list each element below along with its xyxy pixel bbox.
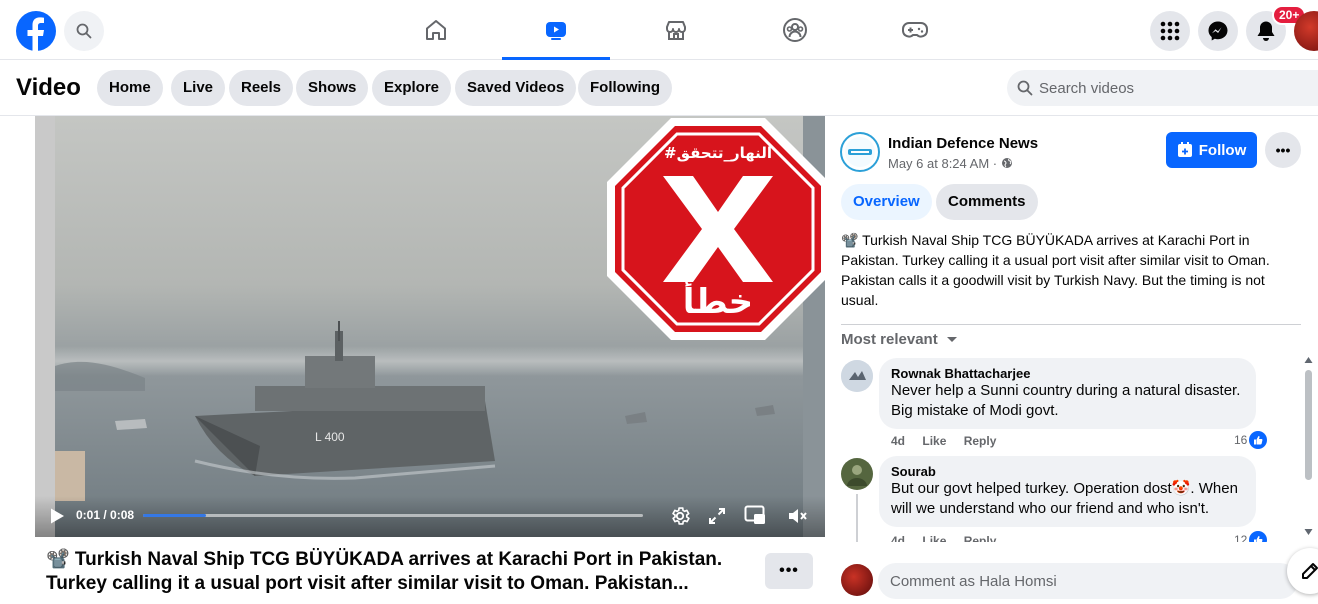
globe-icon bbox=[1001, 158, 1012, 168]
scroll-down-arrow-icon[interactable] bbox=[1304, 528, 1313, 536]
post-title-line-1: 📽️ Turkish Naval Ship TCG BÜYÜKADA arriv… bbox=[46, 549, 723, 570]
comment-reactions[interactable]: 12 bbox=[1234, 531, 1268, 542]
chevron-down-icon bbox=[946, 337, 957, 342]
comment-reactions[interactable]: 16 bbox=[1234, 431, 1268, 449]
follow-button-label: Follow bbox=[1198, 141, 1247, 159]
video-progress-bar[interactable] bbox=[143, 514, 643, 517]
comment-author[interactable]: Sourab bbox=[891, 464, 1244, 479]
post-date-text: May 6 at 8:24 AM · bbox=[888, 156, 998, 171]
gaming-nav-icon[interactable] bbox=[861, 0, 969, 60]
tab-shows[interactable]: Shows bbox=[296, 70, 369, 106]
reply-thread-line bbox=[856, 494, 858, 542]
page-more-options-button[interactable]: ••• bbox=[1265, 132, 1301, 168]
letterbox-left bbox=[35, 116, 55, 537]
facebook-logo-icon[interactable] bbox=[16, 11, 56, 51]
post-description: 📽️ Turkish Naval Ship TCG BÜYÜKADA arriv… bbox=[841, 232, 1270, 308]
commenter-photo bbox=[841, 458, 873, 490]
page-avatar[interactable] bbox=[840, 132, 880, 172]
video-header-bar: Video Home Live Reels Shows Explore Save… bbox=[0, 60, 1318, 116]
video-player[interactable]: L 400 #النهار_تتحقق خطأ 0:01 / 0:08 bbox=[35, 116, 825, 537]
comment-text-part: But our govt helped turkey. Operation do… bbox=[891, 480, 1172, 497]
thumbs-up-icon bbox=[1249, 431, 1268, 449]
comment-input[interactable] bbox=[890, 563, 1270, 599]
messenger-icon[interactable] bbox=[1198, 11, 1238, 51]
my-avatar[interactable] bbox=[841, 564, 873, 596]
marketplace-nav-icon[interactable] bbox=[622, 0, 730, 60]
comment-actions: 4d Like Reply bbox=[891, 434, 1010, 448]
search-icon[interactable] bbox=[64, 11, 104, 51]
page-title: Video bbox=[16, 74, 81, 101]
comment-age: 4d bbox=[891, 434, 906, 448]
comment-bubble: Rownak Bhattacharjee Never help a Sunni … bbox=[879, 358, 1256, 429]
comment-like-button[interactable]: Like bbox=[922, 434, 946, 448]
comment-reply-button[interactable]: Reply bbox=[964, 534, 997, 542]
post-more-options-button[interactable]: ••• bbox=[765, 553, 813, 589]
video-controls: 0:01 / 0:08 bbox=[35, 496, 825, 537]
menu-grid-icon[interactable] bbox=[1150, 11, 1190, 51]
comment-like-button[interactable]: Like bbox=[922, 534, 946, 542]
comments-scrollbar[interactable] bbox=[1303, 356, 1313, 541]
tab-comments[interactable]: Comments bbox=[936, 184, 1038, 220]
tab-explore[interactable]: Explore bbox=[372, 70, 452, 106]
comment-reply-button[interactable]: Reply bbox=[964, 434, 997, 448]
comment-box[interactable] bbox=[878, 563, 1298, 599]
thumbs-up-icon bbox=[1249, 531, 1268, 542]
tab-saved-videos[interactable]: Saved Videos bbox=[455, 70, 577, 106]
top-navigation-bar: 20+ bbox=[0, 0, 1318, 60]
fullscreen-icon[interactable] bbox=[708, 507, 726, 525]
tab-following[interactable]: Following bbox=[578, 70, 672, 106]
clown-emoji: 🤡 bbox=[1171, 480, 1191, 497]
scrollbar-thumb[interactable] bbox=[1305, 370, 1312, 480]
video-progress-fill bbox=[143, 514, 206, 517]
indian-defence-news-logo bbox=[845, 137, 875, 167]
comment-like-count: 12 bbox=[1234, 533, 1248, 542]
comment-like-count: 16 bbox=[1234, 433, 1248, 447]
tab-live[interactable]: Live bbox=[171, 70, 226, 106]
video-frame[interactable]: L 400 #النهار_تتحقق خطأ bbox=[55, 116, 825, 537]
comment-avatar[interactable] bbox=[841, 458, 873, 490]
overlay-verdict: خطأ bbox=[683, 279, 753, 322]
follow-page-icon bbox=[1177, 142, 1192, 157]
tab-overview[interactable]: Overview bbox=[841, 184, 932, 220]
post-title-line-2: Turkey calling it a usual port visit aft… bbox=[46, 573, 689, 594]
post-title: 📽️ Turkish Naval Ship TCG BÜYÜKADA arriv… bbox=[46, 548, 746, 596]
mute-volume-icon[interactable] bbox=[787, 505, 809, 527]
video-search-input[interactable] bbox=[1039, 70, 1299, 106]
groups-nav-icon[interactable] bbox=[741, 0, 849, 60]
scroll-up-arrow-icon[interactable] bbox=[1304, 356, 1313, 364]
post-timestamp[interactable]: May 6 at 8:24 AM · bbox=[888, 156, 1013, 171]
video-search-box[interactable] bbox=[1007, 70, 1318, 106]
comments-list: Rownak Bhattacharjee Never help a Sunni … bbox=[830, 352, 1305, 542]
play-icon[interactable] bbox=[49, 507, 65, 525]
settings-gear-icon[interactable] bbox=[669, 505, 691, 527]
comment-actions: 4d Like Reply bbox=[891, 534, 1010, 542]
tab-reels[interactable]: Reels bbox=[229, 70, 294, 106]
page-name-link[interactable]: Indian Defence News bbox=[888, 135, 1038, 152]
divider bbox=[841, 324, 1301, 325]
home-nav-icon[interactable] bbox=[382, 0, 490, 60]
comment-text: Never help a Sunni country during a natu… bbox=[891, 382, 1241, 419]
video-time: 0:01 / 0:08 bbox=[76, 508, 135, 522]
false-verdict-stop-sign: #النهار_تتحقق خطأ bbox=[607, 118, 825, 340]
follow-button[interactable]: Follow bbox=[1166, 132, 1257, 168]
tab-home[interactable]: Home bbox=[97, 70, 163, 106]
picture-in-picture-icon[interactable] bbox=[744, 505, 766, 525]
search-icon bbox=[1017, 80, 1033, 96]
comment-age: 4d bbox=[891, 534, 906, 542]
comment-avatar[interactable] bbox=[841, 360, 873, 392]
commenter-photo bbox=[841, 360, 873, 392]
comment-text: But our govt helped turkey. Operation do… bbox=[891, 479, 1244, 519]
compose-edit-icon bbox=[1302, 563, 1318, 579]
video-nav-icon[interactable] bbox=[502, 0, 610, 60]
svg-text:L 400: L 400 bbox=[315, 430, 345, 444]
overlay-hashtag: #النهار_تتحقق bbox=[664, 144, 772, 162]
comments-sort-dropdown[interactable]: Most relevant bbox=[841, 331, 958, 348]
comments-sort-label: Most relevant bbox=[841, 331, 938, 348]
comment-bubble: Sourab But our govt helped turkey. Opera… bbox=[879, 456, 1256, 527]
comment-author[interactable]: Rownak Bhattacharjee bbox=[891, 366, 1244, 381]
